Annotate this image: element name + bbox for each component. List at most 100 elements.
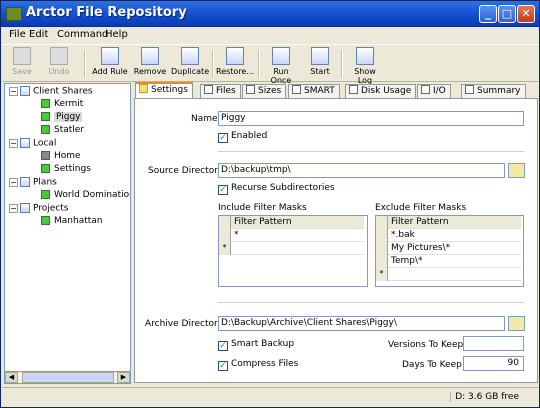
folder-icon: [20, 86, 30, 96]
compress-files-checkbox[interactable]: ✓ Compress Files: [218, 359, 298, 371]
remove-icon: [141, 47, 159, 65]
source-directory-field[interactable]: D:\backup\tmp\: [218, 163, 505, 178]
minimize-button[interactable]: _: [479, 5, 497, 23]
close-button[interactable]: ✕: [517, 5, 535, 23]
tree-node-settings[interactable]: Settings: [41, 164, 91, 177]
tab-io[interactable]: I/O: [417, 84, 451, 99]
table-row[interactable]: Temp\*: [376, 255, 521, 268]
duplicate-button[interactable]: Duplicate: [171, 47, 209, 81]
versions-to-keep-field[interactable]: [463, 336, 524, 351]
duplicate-icon: [181, 47, 199, 65]
app-icon: [6, 7, 22, 21]
collapse-icon[interactable]: −: [9, 203, 18, 213]
rule-icon: [41, 99, 50, 108]
save-icon: [13, 47, 31, 65]
disk-free-status: D: 3.6 GB free: [450, 392, 523, 402]
tree-node-piggy[interactable]: Piggy: [41, 112, 83, 125]
rule-icon: [41, 112, 50, 121]
folder-icon: [20, 138, 30, 148]
toolbar-separator: [258, 50, 259, 78]
title-bar[interactable]: Arctor File Repository _ □ ✕: [1, 1, 539, 27]
tree-node-plans[interactable]: − Plans: [9, 177, 57, 190]
collapse-icon[interactable]: −: [9, 177, 18, 187]
restore-button[interactable]: Restore...: [216, 47, 254, 81]
include-filter-grid[interactable]: Filter Pattern * *: [218, 215, 368, 287]
check-icon: ✓: [218, 361, 228, 371]
remove-button[interactable]: Remove: [133, 47, 167, 81]
tree-horizontal-scrollbar[interactable]: ◀ ▶: [4, 371, 131, 384]
window-title: Arctor File Repository: [26, 5, 187, 20]
browse-folder-button[interactable]: [508, 163, 525, 178]
enabled-checkbox[interactable]: ✓ Enabled: [218, 131, 267, 143]
versions-to-keep-label: Versions To Keep: [388, 340, 464, 350]
folder-icon: [20, 203, 30, 213]
table-row[interactable]: My Pictures\*: [376, 242, 521, 255]
table-row[interactable]: *.bak: [376, 229, 521, 242]
tree-node-kermit[interactable]: Kermit: [41, 99, 83, 112]
rule-icon: [41, 216, 50, 225]
rule-icon: [41, 164, 50, 173]
smart-icon: [292, 85, 301, 94]
add-rule-icon: [101, 47, 119, 65]
tree-node-home[interactable]: Home: [41, 151, 81, 164]
recurse-subdirectories-checkbox[interactable]: ✓ Recurse Subdirectories: [218, 183, 335, 195]
menu-edit[interactable]: Edit: [29, 29, 48, 40]
grid-header: Filter Pattern: [219, 216, 364, 229]
run-once-button[interactable]: Run Once: [263, 47, 299, 85]
tree-node-world-domination[interactable]: World Domination: [41, 190, 130, 203]
tree-node-projects[interactable]: − Projects: [9, 203, 68, 216]
tree-node-statler[interactable]: Statler: [41, 125, 84, 138]
rule-tree[interactable]: − Client Shares Kermit Piggy Statler − Loc…: [4, 83, 131, 383]
save-button[interactable]: Save: [7, 47, 37, 81]
divider: [218, 302, 524, 303]
name-field[interactable]: Piggy: [218, 111, 524, 126]
tab-summary[interactable]: Summary: [461, 84, 526, 99]
table-row-new[interactable]: *: [219, 242, 364, 255]
scroll-left-button[interactable]: ◀: [5, 372, 18, 383]
maximize-button[interactable]: □: [498, 5, 516, 23]
tab-files[interactable]: Files: [200, 84, 241, 99]
tree-node-local[interactable]: − Local: [9, 138, 56, 151]
days-to-keep-field[interactable]: 90: [463, 356, 524, 371]
collapse-icon[interactable]: −: [9, 138, 18, 148]
smart-backup-checkbox[interactable]: ✓ Smart Backup: [218, 339, 294, 351]
tree-node-manhattan[interactable]: Manhattan: [41, 216, 102, 229]
start-button[interactable]: Start: [306, 47, 334, 81]
tab-strip: Settings Files Sizes SMART Disk Usage I/…: [134, 82, 538, 100]
browse-archive-button[interactable]: [508, 316, 525, 331]
files-icon: [204, 85, 213, 94]
folder-icon: [20, 177, 30, 187]
add-rule-button[interactable]: Add Rule: [92, 47, 128, 81]
summary-icon: [465, 85, 474, 94]
menu-file[interactable]: File: [9, 29, 26, 40]
scroll-right-button[interactable]: ▶: [117, 372, 130, 383]
menu-bar: File Edit Command Help: [2, 28, 538, 44]
tab-disk-usage[interactable]: Disk Usage: [345, 84, 417, 99]
restore-icon: [226, 47, 244, 65]
collapse-icon[interactable]: −: [9, 86, 18, 96]
include-filter-label: Include Filter Masks: [218, 203, 307, 213]
run-once-icon: [272, 47, 290, 65]
source-directory-label: Source Directory: [148, 166, 224, 176]
menu-command[interactable]: Command: [57, 29, 108, 40]
undo-button[interactable]: Undo: [44, 47, 74, 81]
tree-node-client-shares[interactable]: − Client Shares: [9, 86, 93, 99]
disk-usage-icon: [349, 85, 358, 94]
scroll-thumb[interactable]: [22, 372, 114, 383]
toolbar-separator: [212, 50, 213, 78]
undo-icon: [50, 47, 68, 65]
tab-smart[interactable]: SMART: [288, 84, 340, 99]
exclude-filter-grid[interactable]: Filter Pattern *.bak My Pictures\* Temp\…: [375, 215, 524, 287]
table-row[interactable]: *: [219, 229, 364, 242]
tab-sizes[interactable]: Sizes: [242, 84, 287, 99]
menu-help[interactable]: Help: [105, 29, 128, 40]
toolbar: Save Undo Add Rule Remove Duplicate Rest…: [2, 44, 538, 85]
grid-header: Filter Pattern: [376, 216, 521, 229]
table-row-new[interactable]: *: [376, 268, 521, 281]
toolbar-separator: [341, 50, 342, 78]
start-icon: [311, 47, 329, 65]
toolbar-separator: [84, 50, 85, 78]
io-icon: [421, 85, 430, 94]
show-log-button[interactable]: Show Log: [347, 47, 383, 85]
archive-directory-field[interactable]: D:\Backup\Archive\Client Shares\Piggy\: [218, 316, 505, 331]
